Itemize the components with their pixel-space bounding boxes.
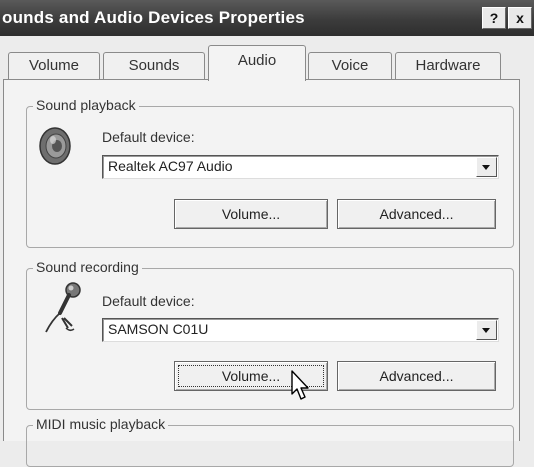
- tab-sounds-label: Sounds: [128, 57, 180, 74]
- close-button[interactable]: x: [508, 7, 532, 29]
- midi-playback-group-label: MIDI music playback: [33, 416, 169, 432]
- recording-advanced-label: Advanced...: [379, 368, 454, 384]
- recording-device-label: Default device:: [102, 293, 195, 309]
- tab-sounds[interactable]: Sounds: [103, 52, 205, 79]
- sound-playback-group-label: Sound playback: [33, 97, 139, 113]
- tab-hardware-label: Hardware: [415, 57, 481, 74]
- playback-device-select[interactable]: Realtek AC97 Audio: [102, 155, 499, 179]
- playback-device-value: Realtek AC97 Audio: [108, 158, 233, 174]
- audio-tab-panel: Sound playback Default device: Realtek A…: [3, 79, 520, 467]
- tab-audio-label: Audio: [237, 52, 277, 69]
- title-bar: ounds and Audio Devices Properties ? x: [0, 0, 534, 36]
- tab-voice[interactable]: Voice: [308, 52, 392, 79]
- recording-device-value: SAMSON C01U: [108, 321, 209, 337]
- midi-playback-group: MIDI music playback: [26, 416, 514, 467]
- help-button-label: ?: [489, 10, 499, 26]
- tab-hardware[interactable]: Hardware: [395, 52, 501, 79]
- playback-volume-label: Volume...: [221, 206, 281, 222]
- chevron-down-icon[interactable]: [476, 157, 497, 177]
- recording-advanced-button[interactable]: Advanced...: [337, 361, 496, 391]
- recording-device-select[interactable]: SAMSON C01U: [102, 318, 499, 342]
- sound-recording-group-label: Sound recording: [33, 259, 142, 275]
- tab-volume-label: Volume: [28, 57, 80, 74]
- close-button-label: x: [516, 10, 524, 26]
- window-title: ounds and Audio Devices Properties: [2, 8, 305, 27]
- tab-voice-label: Voice: [331, 57, 369, 74]
- playback-advanced-button[interactable]: Advanced...: [337, 199, 496, 229]
- mouse-pointer-icon: [291, 370, 309, 400]
- chevron-down-icon[interactable]: [476, 320, 497, 340]
- tab-audio[interactable]: Audio: [208, 45, 306, 81]
- speaker-icon: [39, 127, 71, 165]
- playback-advanced-label: Advanced...: [379, 206, 454, 222]
- help-button[interactable]: ?: [482, 7, 506, 29]
- recording-volume-label: Volume...: [221, 368, 281, 384]
- playback-volume-button[interactable]: Volume...: [174, 199, 328, 229]
- playback-device-label: Default device:: [102, 129, 195, 145]
- microphone-icon: [45, 282, 81, 333]
- tab-volume[interactable]: Volume: [8, 52, 100, 79]
